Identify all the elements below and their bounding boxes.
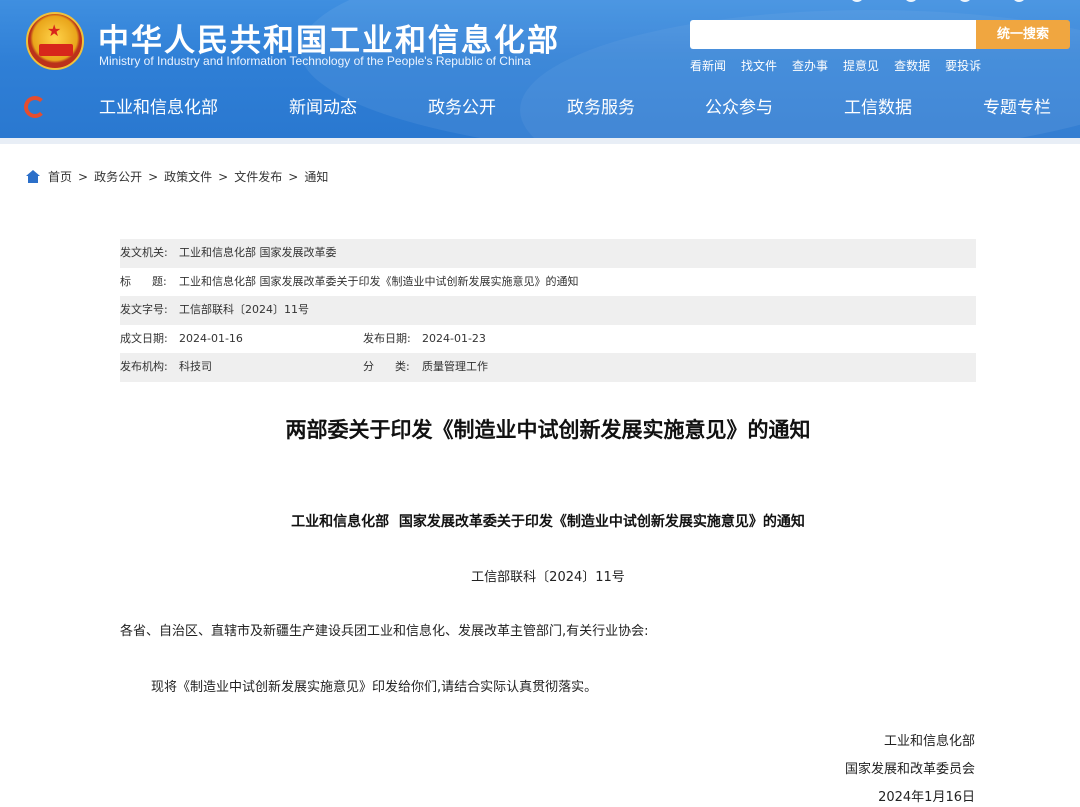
meta-title: 工业和信息化部 国家发展改革委关于印发《制造业中试创新发展实施意见》的通知 bbox=[179, 274, 579, 288]
top-icon[interactable] bbox=[958, 0, 972, 2]
quick-link-files[interactable]: 找文件 bbox=[741, 57, 777, 74]
nav-item-news[interactable]: 新闻动态 bbox=[289, 92, 357, 124]
meta-published-date: 2024-01-23 bbox=[422, 331, 486, 345]
breadcrumb-separator: > bbox=[288, 169, 299, 184]
top-icon[interactable] bbox=[904, 0, 918, 2]
nav-item-affairs[interactable]: 政务公开 bbox=[428, 92, 496, 124]
breadcrumb-separator: > bbox=[148, 169, 159, 184]
site-subtitle: Ministry of Industry and Information Tec… bbox=[99, 54, 531, 68]
quick-link-complaint[interactable]: 要投诉 bbox=[945, 57, 981, 74]
meta-docno: 工信部联科〔2024〕11号 bbox=[179, 303, 309, 317]
meta-row: 发文字号: 工信部联科〔2024〕11号 bbox=[120, 296, 976, 325]
quick-link-data[interactable]: 查数据 bbox=[894, 57, 930, 74]
search-button[interactable]: 统一搜索 bbox=[976, 20, 1070, 49]
breadcrumb-release[interactable]: 文件发布 bbox=[234, 168, 282, 185]
meta-category: 质量管理工作 bbox=[422, 360, 488, 374]
meta-label: 分 类: bbox=[363, 360, 410, 374]
nav-item-ministry[interactable]: 工业和信息化部 bbox=[99, 92, 218, 124]
site-header: ★ 中华人民共和国工业和信息化部 Ministry of Industry an… bbox=[0, 0, 1080, 138]
signatory-ndrc: 国家发展和改革委员会 bbox=[844, 762, 975, 777]
meta-row: 成文日期: 2024-01-16 发布日期: 2024-01-23 bbox=[120, 325, 976, 354]
meta-org: 科技司 bbox=[179, 360, 212, 374]
meta-row: 发文机关: 工业和信息化部 国家发展改革委 bbox=[120, 239, 976, 268]
nav-item-participation[interactable]: 公众参与 bbox=[705, 92, 773, 124]
meta-label: 发文字号: bbox=[120, 303, 168, 317]
top-icon[interactable] bbox=[850, 0, 864, 2]
meta-row: 发布机构: 科技司 分 类: 质量管理工作 bbox=[120, 353, 976, 382]
meta-row: 标 题: 工业和信息化部 国家发展改革委关于印发《制造业中试创新发展实施意见》的… bbox=[120, 268, 976, 297]
quick-link-feedback[interactable]: 提意见 bbox=[843, 57, 879, 74]
meta-label: 发布日期: bbox=[363, 331, 411, 345]
document-title: 工业和信息化部 国家发展改革委关于印发《制造业中试创新发展实施意见》的通知 bbox=[291, 514, 805, 530]
meta-label: 标 题: bbox=[120, 274, 167, 288]
signing-date: 2024年1月16日 bbox=[878, 790, 975, 805]
breadcrumb-separator: > bbox=[218, 169, 229, 184]
breadcrumb-separator: > bbox=[78, 169, 89, 184]
quick-link-services[interactable]: 查办事 bbox=[792, 57, 828, 74]
quick-links: 看新闻 找文件 查办事 提意见 查数据 要投诉 bbox=[690, 57, 996, 74]
meta-issuer: 工业和信息化部 国家发展改革委 bbox=[179, 246, 337, 259]
breadcrumb: 首页 > 政务公开 > 政策文件 > 文件发布 > 通知 bbox=[26, 168, 328, 185]
breadcrumb-affairs[interactable]: 政务公开 bbox=[94, 168, 142, 185]
meta-label: 成文日期: bbox=[120, 331, 168, 345]
article-title: 两部委关于印发《制造业中试创新发展实施意见》的通知 bbox=[285, 418, 811, 442]
document-number: 工信部联科〔2024〕11号 bbox=[471, 570, 625, 585]
document-meta-table: 发文机关: 工业和信息化部 国家发展改革委 标 题: 工业和信息化部 国家发展改… bbox=[120, 239, 976, 382]
home-icon bbox=[26, 170, 40, 183]
salutation: 各省、自治区、直辖市及新疆生产建设兵团工业和信息化、发展改革主管部门,有关行业协… bbox=[120, 624, 649, 639]
main-nav: 工业和信息化部 新闻动态 政务公开 政务服务 公众参与 工信数据 专题专栏 bbox=[0, 92, 1080, 124]
nav-item-topics[interactable]: 专题专栏 bbox=[983, 92, 1051, 124]
nav-item-services[interactable]: 政务服务 bbox=[567, 92, 635, 124]
body-paragraph: 现将《制造业中试创新发展实施意见》印发给你们,请结合实际认真贯彻落实。 bbox=[151, 680, 598, 695]
nav-item-data[interactable]: 工信数据 bbox=[844, 92, 912, 124]
quick-link-news[interactable]: 看新闻 bbox=[690, 57, 726, 74]
meta-label: 发布机构: bbox=[120, 360, 168, 374]
search-input[interactable] bbox=[690, 20, 978, 49]
meta-created-date: 2024-01-16 bbox=[179, 331, 243, 345]
breadcrumb-home[interactable]: 首页 bbox=[48, 168, 72, 185]
national-emblem-icon[interactable]: ★ bbox=[26, 12, 84, 70]
signatory-miit: 工业和信息化部 bbox=[883, 734, 975, 749]
breadcrumb-notice[interactable]: 通知 bbox=[304, 168, 328, 185]
meta-label: 发文机关: bbox=[120, 246, 168, 259]
header-divider bbox=[0, 138, 1080, 144]
top-icon[interactable] bbox=[1012, 0, 1026, 2]
top-icons bbox=[850, 0, 1026, 2]
breadcrumb-policy[interactable]: 政策文件 bbox=[164, 168, 212, 185]
